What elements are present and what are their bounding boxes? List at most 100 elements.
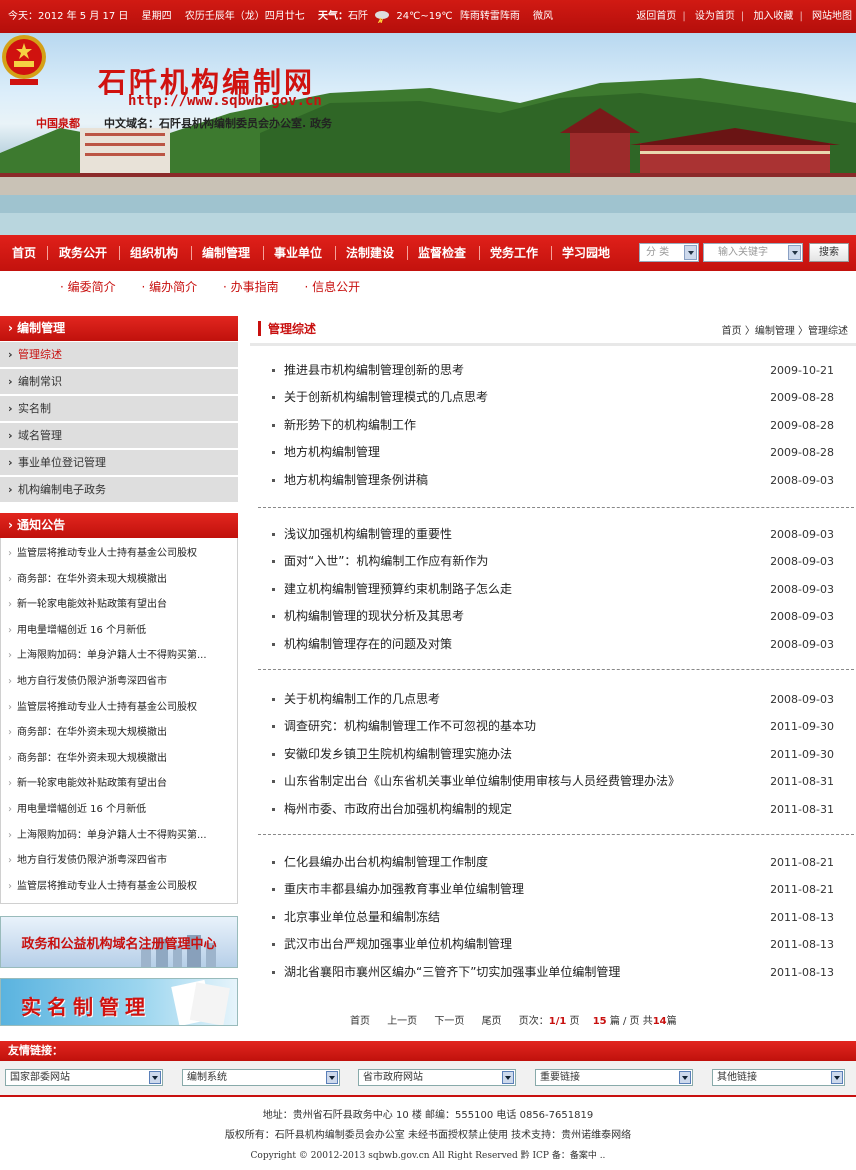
article-row[interactable]: 推进县市机构编制管理创新的思考 2009-10-21 <box>256 357 856 384</box>
article-row[interactable]: 关于创新机构编制管理模式的几点思考 2009-08-28 <box>256 384 856 411</box>
article-row[interactable]: 武汉市出台严规加强事业单位机构编制管理 2011-08-13 <box>256 931 856 958</box>
nav-staffing-management[interactable]: 编制管理 <box>202 235 250 271</box>
article-date: 2008-09-03 <box>770 637 834 651</box>
article-row[interactable]: 梅州市委、市政府出台加强机构编制的规定 2011-08-31 <box>256 796 856 823</box>
article-title[interactable]: 湖北省襄阳市襄州区编办“三管齐下”切实加强事业单位编制管理 <box>284 959 620 986</box>
article-row[interactable]: 仁化县编办出台机构编制管理工作制度 2011-08-21 <box>256 849 856 876</box>
notice-item[interactable]: 新一轮家电能效补贴政策有望出台 <box>1 771 237 797</box>
side-menu-item-e-government[interactable]: 机构编制电子政务 <box>0 477 238 504</box>
set-homepage-link[interactable]: 设为首页 <box>695 11 735 22</box>
article-title[interactable]: 山东省制定出台《山东省机关事业单位编制使用审核与人员经费管理办法》 <box>284 768 680 795</box>
keyword-select[interactable]: 输入关键字 <box>703 243 803 262</box>
article-title[interactable]: 新形势下的机构编制工作 <box>284 412 416 439</box>
article-title[interactable]: 面对“入世”：机构编制工作应有新作为 <box>284 548 488 575</box>
notice-item[interactable]: 上海限购加码：单身沪籍人士不得购买第... <box>1 643 237 669</box>
notice-item[interactable]: 地方自行发债仍限沪浙粤深四省市 <box>1 669 237 695</box>
nav-public-institutions[interactable]: 事业单位 <box>274 235 322 271</box>
main-nav: 首页 政务公开 组织机构 编制管理 事业单位 法制建设 监督检查 党务工作 学习… <box>0 235 856 271</box>
side-menu-item-real-name[interactable]: 实名制 <box>0 396 238 423</box>
article-row[interactable]: 调查研究：机构编制管理工作不可忽视的基本功 2011-09-30 <box>256 713 856 740</box>
real-name-banner[interactable]: 实名制管理 <box>0 978 238 1026</box>
nav-supervision[interactable]: 监督检查 <box>418 235 466 271</box>
subnav-service-guide[interactable]: 办事指南 <box>231 280 279 294</box>
article-row[interactable]: 关于机构编制工作的几点思考 2008-09-03 <box>256 686 856 713</box>
nav-government-affairs[interactable]: 政务公开 <box>59 235 107 271</box>
article-title[interactable]: 关于机构编制工作的几点思考 <box>284 686 440 713</box>
category-select[interactable]: 分 类 <box>639 243 699 262</box>
pager-prev[interactable]: 上一页 <box>387 1016 417 1027</box>
article-title[interactable]: 调查研究：机构编制管理工作不可忽视的基本功 <box>284 713 536 740</box>
pager-last[interactable]: 尾页 <box>482 1016 502 1027</box>
article-row[interactable]: 安徽印发乡镇卫生院机构编制管理实施办法 2011-09-30 <box>256 741 856 768</box>
pager-first[interactable]: 首页 <box>350 1016 370 1027</box>
article-row[interactable]: 新形势下的机构编制工作 2009-08-28 <box>256 412 856 439</box>
side-menu-item-knowledge[interactable]: 编制常识 <box>0 369 238 396</box>
article-row[interactable]: 机构编制管理的现状分析及其思考 2008-09-03 <box>256 603 856 630</box>
side-menu-item-registration[interactable]: 事业单位登记管理 <box>0 450 238 477</box>
article-title[interactable]: 机构编制管理存在的问题及对策 <box>284 631 452 658</box>
article-title[interactable]: 建立机构编制管理预算约束机制路子怎么走 <box>284 576 512 603</box>
nav-party-affairs[interactable]: 党务工作 <box>490 235 538 271</box>
bullet-icon <box>272 861 275 864</box>
article-title[interactable]: 机构编制管理的现状分析及其思考 <box>284 603 464 630</box>
notice-item[interactable]: 监管层将推动专业人士持有基金公司股权 <box>1 541 237 567</box>
side-menu-item-domain[interactable]: 域名管理 <box>0 423 238 450</box>
back-home-link[interactable]: 返回首页 <box>636 11 676 22</box>
links-select-other[interactable]: 其他链接 <box>712 1069 845 1086</box>
article-row[interactable]: 浅议加强机构编制管理的重要性 2008-09-03 <box>256 521 856 548</box>
article-row[interactable]: 北京事业单位总量和编制冻结 2011-08-13 <box>256 904 856 931</box>
article-title[interactable]: 推进县市机构编制管理创新的思考 <box>284 357 464 384</box>
article-title[interactable]: 地方机构编制管理 <box>284 439 380 466</box>
notice-item[interactable]: 新一轮家电能效补贴政策有望出台 <box>1 592 237 618</box>
notice-item[interactable]: 地方自行发债仍限沪浙粤深四省市 <box>1 848 237 874</box>
article-title[interactable]: 仁化县编办出台机构编制管理工作制度 <box>284 849 488 876</box>
sitemap-link[interactable]: 网站地图 <box>812 11 852 22</box>
links-select-government[interactable]: 省市政府网站 <box>358 1069 516 1086</box>
article-row[interactable]: 湖北省襄阳市襄州区编办“三管齐下”切实加强事业单位编制管理 2011-08-13 <box>256 959 856 986</box>
links-select-staffing[interactable]: 编制系统 <box>182 1069 340 1086</box>
nav-legal-construction[interactable]: 法制建设 <box>346 235 394 271</box>
links-select-important[interactable]: 重要链接 <box>535 1069 693 1086</box>
subnav-office-intro[interactable]: 编办简介 <box>149 280 197 294</box>
article-row[interactable]: 地方机构编制管理 2009-08-28 <box>256 439 856 466</box>
article-row[interactable]: 地方机构编制管理条例讲稿 2008-09-03 <box>256 467 856 494</box>
subnav-info-disclosure[interactable]: 信息公开 <box>312 280 360 294</box>
article-row[interactable]: 面对“入世”：机构编制工作应有新作为 2008-09-03 <box>256 548 856 575</box>
domain-registration-banner[interactable]: 政务和公益机构域名注册管理中心 <box>0 916 238 968</box>
article-title[interactable]: 安徽印发乡镇卫生院机构编制管理实施办法 <box>284 741 512 768</box>
article-title[interactable]: 关于创新机构编制管理模式的几点思考 <box>284 384 488 411</box>
article-title[interactable]: 梅州市委、市政府出台加强机构编制的规定 <box>284 796 512 823</box>
nav-study[interactable]: 学习园地 <box>562 235 610 271</box>
notice-item[interactable]: 商务部：在华外资未现大规模撤出 <box>1 720 237 746</box>
notice-item[interactable]: 商务部：在华外资未现大规模撤出 <box>1 567 237 593</box>
notice-item[interactable]: 商务部：在华外资未现大规模撤出 <box>1 746 237 772</box>
pagination: 首页 上一页 下一页 尾页 页次：1/1 页 15 篇 / 页 共14篇 <box>350 1012 677 1027</box>
friend-links-header: 友情链接： <box>0 1041 856 1061</box>
nav-home[interactable]: 首页 <box>12 235 36 271</box>
side-menu-item-overview[interactable]: 管理综述 <box>0 342 238 369</box>
article-row[interactable]: 建立机构编制管理预算约束机制路子怎么走 2008-09-03 <box>256 576 856 603</box>
article-title[interactable]: 武汉市出台严规加强事业单位机构编制管理 <box>284 931 512 958</box>
notice-item[interactable]: 用电量增幅创近 16 个月新低 <box>1 797 237 823</box>
top-links: 返回首页 | 设为首页 | 加入收藏 | 网站地图 <box>636 11 852 22</box>
article-row[interactable]: 山东省制定出台《山东省机关事业单位编制使用审核与人员经费管理办法》 2011-08… <box>256 768 856 795</box>
article-row[interactable]: 机构编制管理存在的问题及对策 2008-09-03 <box>256 631 856 658</box>
article-title[interactable]: 浅议加强机构编制管理的重要性 <box>284 521 452 548</box>
per-page-suffix: 篇 / 页 共 <box>609 1016 653 1027</box>
notice-item[interactable]: 用电量增幅创近 16 个月新低 <box>1 618 237 644</box>
add-favorite-link[interactable]: 加入收藏 <box>753 11 793 22</box>
nav-organization[interactable]: 组织机构 <box>130 235 178 271</box>
links-select-ministries[interactable]: 国家部委网站 <box>5 1069 163 1086</box>
page-title: 管理综述 <box>268 322 317 336</box>
notice-item[interactable]: 上海限购加码：单身沪籍人士不得购买第... <box>1 823 237 849</box>
article-title[interactable]: 北京事业单位总量和编制冻结 <box>284 904 440 931</box>
search-button[interactable]: 搜索 <box>809 243 849 262</box>
notice-item[interactable]: 监管层将推动专业人士持有基金公司股权 <box>1 874 237 900</box>
notice-item[interactable]: 监管层将推动专业人士持有基金公司股权 <box>1 695 237 721</box>
bullet-icon <box>272 970 275 974</box>
pager-next[interactable]: 下一页 <box>434 1016 464 1027</box>
article-title[interactable]: 重庆市丰都县编办加强教育事业单位编制管理 <box>284 876 524 903</box>
article-row[interactable]: 重庆市丰都县编办加强教育事业单位编制管理 2011-08-21 <box>256 876 856 903</box>
subnav-committee-intro[interactable]: 编委简介 <box>68 280 116 294</box>
article-title[interactable]: 地方机构编制管理条例讲稿 <box>284 467 428 494</box>
